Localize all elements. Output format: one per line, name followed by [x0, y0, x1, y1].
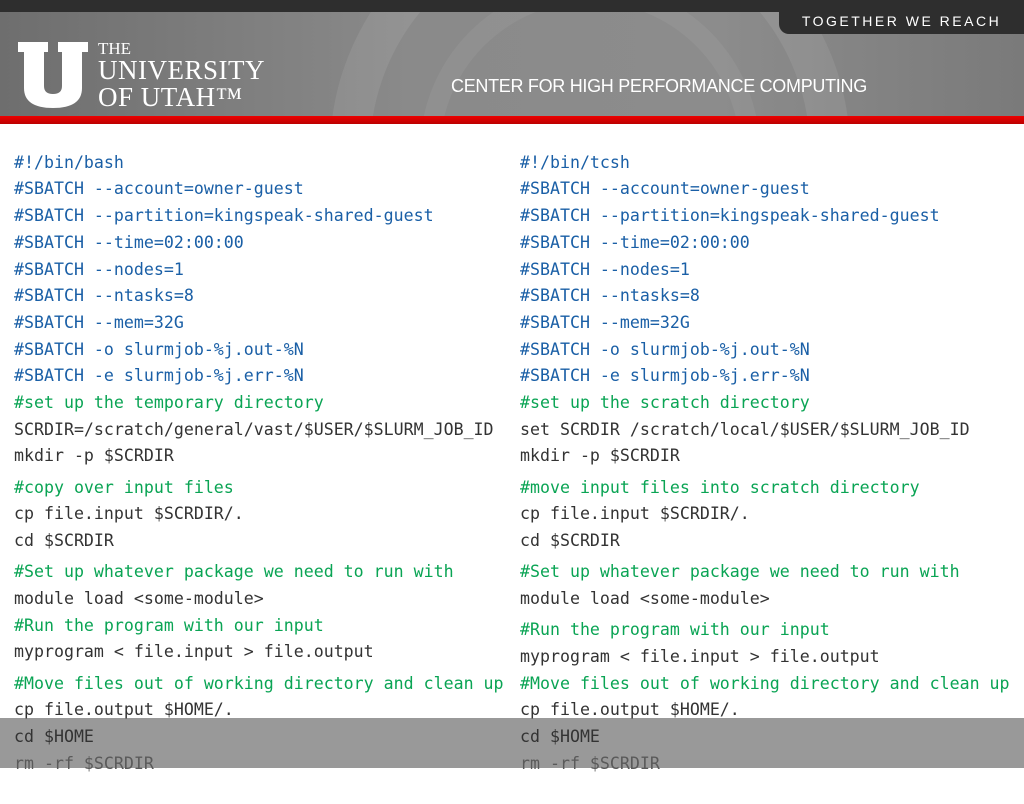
code-line: #SBATCH --partition=kingspeak-shared-gue… — [520, 206, 940, 226]
code-line: mkdir -p $SCRDIR — [520, 446, 680, 466]
code-line: #!/bin/tcsh — [520, 152, 630, 172]
code-line: myprogram < file.input > file.output — [14, 642, 374, 662]
university-u-logo-icon — [18, 42, 88, 108]
code-line: #SBATCH --nodes=1 — [520, 259, 690, 279]
university-logo-text: THE UNIVERSITY OF UTAH™ — [98, 40, 265, 111]
code-line: module load <some-module> — [14, 588, 264, 608]
comment-line: #Run the program with our input — [520, 620, 830, 640]
code-line: #SBATCH --time=02:00:00 — [14, 232, 244, 252]
tagline: TOGETHER WE REACH — [779, 12, 1024, 34]
code-line: cp file.input $SCRDIR/. — [14, 504, 244, 524]
logo-line-3: OF UTAH™ — [98, 82, 243, 112]
code-line: #SBATCH --time=02:00:00 — [520, 232, 750, 252]
comment-line: #move input files into scratch directory — [520, 477, 920, 497]
code-line: #SBATCH -o slurmjob-%j.out-%N — [14, 339, 304, 359]
bash-script: #!/bin/bash #SBATCH --account=owner-guest… — [14, 123, 504, 804]
code-line: cp file.output $HOME/. — [520, 700, 740, 720]
tcsh-script: #!/bin/tcsh #SBATCH --account=owner-guest… — [520, 123, 1010, 804]
comment-line: #Move files out of working directory and… — [14, 673, 504, 693]
center-title: CENTER FOR HIGH PERFORMANCE COMPUTING — [451, 76, 867, 96]
comment-line: #set up the temporary directory — [14, 393, 324, 413]
code-line: #SBATCH --mem=32G — [520, 312, 690, 332]
code-line: #SBATCH --ntasks=8 — [520, 286, 700, 306]
code-line: cd $HOME — [14, 726, 94, 746]
code-line: cd $SCRDIR — [520, 531, 620, 551]
code-line: mkdir -p $SCRDIR — [14, 446, 174, 466]
code-line: cd $HOME — [520, 726, 600, 746]
code-line: rm -rf $SCRDIR — [520, 753, 660, 773]
code-line: myprogram < file.input > file.output — [520, 646, 880, 666]
code-line: SCRDIR=/scratch/general/vast/$USER/$SLUR… — [14, 419, 494, 439]
code-line: #SBATCH -e slurmjob-%j.err-%N — [520, 366, 810, 386]
code-line: #SBATCH --nodes=1 — [14, 259, 184, 279]
code-line: cd $SCRDIR — [14, 531, 114, 551]
logo-line-2: UNIVERSITY — [98, 55, 265, 85]
code-line: #SBATCH --mem=32G — [14, 312, 184, 332]
code-line: #SBATCH -o slurmjob-%j.out-%N — [520, 339, 810, 359]
code-line: cp file.output $HOME/. — [14, 700, 234, 720]
code-line: module load <some-module> — [520, 588, 770, 608]
comment-line: #set up the scratch directory — [520, 393, 810, 413]
comment-line: #Run the program with our input — [14, 615, 324, 635]
code-line: #SBATCH --account=owner-guest — [14, 179, 304, 199]
code-line: #SBATCH --partition=kingspeak-shared-gue… — [14, 206, 434, 226]
code-line: cp file.input $SCRDIR/. — [520, 504, 750, 524]
code-line: set SCRDIR /scratch/local/$USER/$SLURM_J… — [520, 419, 970, 439]
comment-line: #Set up whatever package we need to run … — [520, 562, 960, 582]
code-line: #!/bin/bash — [14, 152, 124, 172]
comment-line: #Set up whatever package we need to run … — [14, 562, 454, 582]
code-line: rm -rf $SCRDIR — [14, 753, 154, 773]
comment-line: #Move files out of working directory and… — [520, 673, 1010, 693]
comment-line: #copy over input files — [14, 477, 234, 497]
code-line: #SBATCH --account=owner-guest — [520, 179, 810, 199]
top-bar — [0, 0, 1024, 12]
code-line: #SBATCH --ntasks=8 — [14, 286, 194, 306]
code-line: #SBATCH -e slurmjob-%j.err-%N — [14, 366, 304, 386]
